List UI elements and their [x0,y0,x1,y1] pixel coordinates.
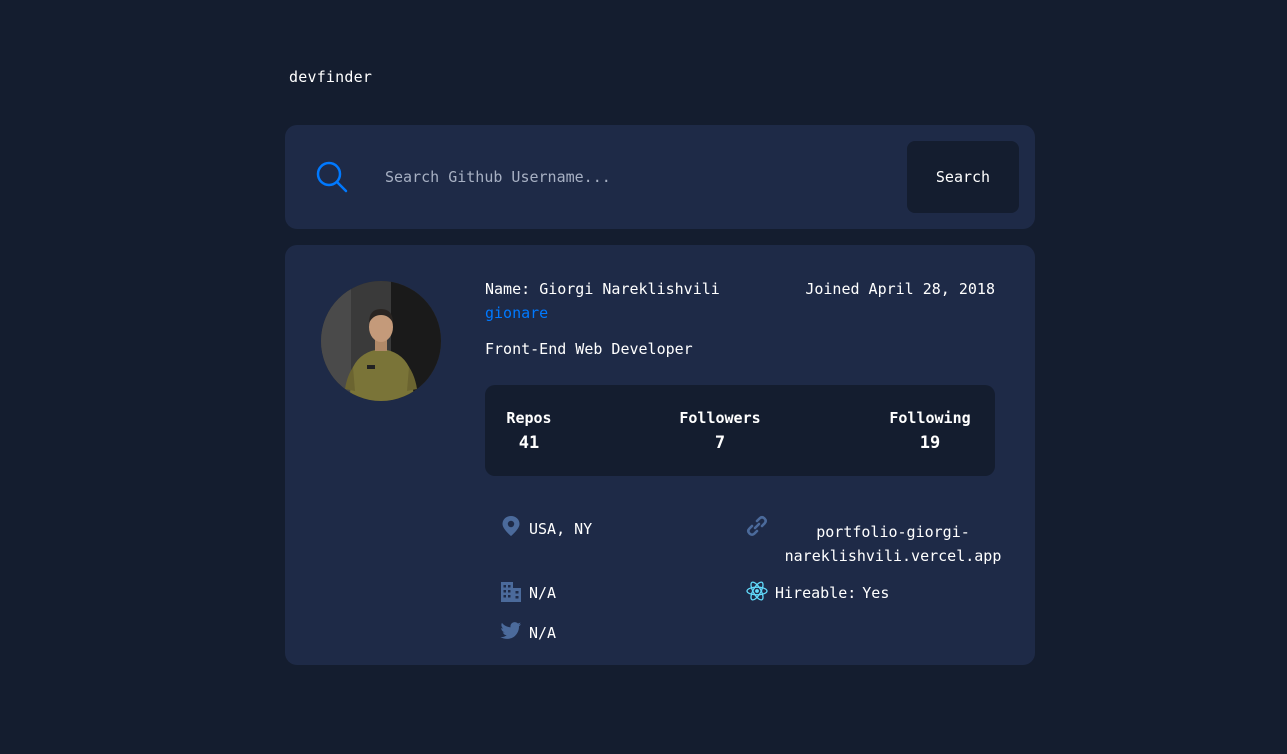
twitter-icon [500,620,522,642]
twitter-text: N/A [529,624,557,642]
stat-following-value: 19 [919,433,941,453]
building-icon [500,581,522,603]
search-bar: Search [285,125,1035,229]
hireable-text: Hireable: Yes [775,584,889,602]
profile-card: Name: Giorgi Nareklishvili Joined April … [285,245,1035,665]
search-input[interactable] [385,163,885,191]
profile-bio: Front-End Web Developer [485,340,693,358]
stat-repos-value: 41 [518,433,540,453]
stat-repos-label: Repos [506,409,552,427]
stat-repos: Repos 41 [505,409,553,453]
stat-following-label: Following [889,409,971,427]
website-link[interactable]: portfolio-giorgi-nareklishvili.vercel.ap… [773,520,1013,568]
joined-date: Joined April 28, 2018 [805,280,995,298]
stat-following: Following 19 [885,409,975,453]
stats-box: Repos 41 Followers 7 Following 19 [485,385,995,476]
map-pin-icon [500,515,522,537]
hireable-label: Hireable: [775,584,857,602]
profile-name: Giorgi Nareklishvili [539,280,720,298]
hireable-value: Yes [862,584,890,602]
link-icon [746,515,768,537]
company-text: N/A [529,584,557,602]
stat-followers-label: Followers [679,409,761,427]
search-icon [316,161,348,193]
react-atom-icon [746,580,768,602]
stat-followers: Followers 7 [675,409,765,453]
profile-name-line: Name: Giorgi Nareklishvili [485,280,720,298]
name-label: Name: [485,280,531,298]
avatar [321,281,441,401]
location-text: USA, NY [529,520,593,538]
search-button[interactable]: Search [907,141,1019,213]
stat-followers-value: 7 [714,433,726,453]
username-link[interactable]: gionare [485,304,548,322]
app-title: devfinder [289,68,373,86]
